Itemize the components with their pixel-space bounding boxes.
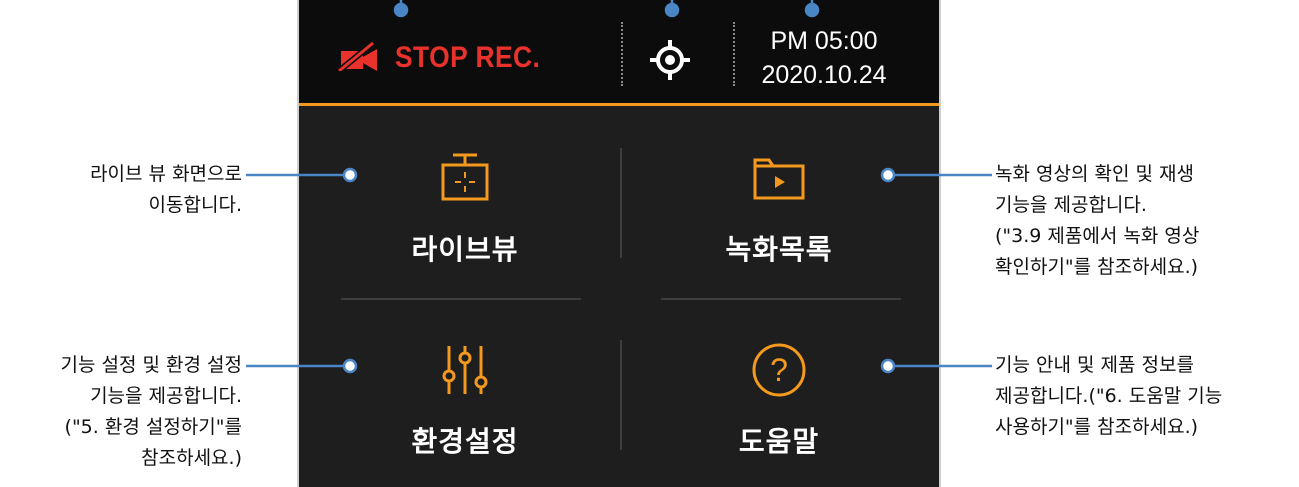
callout-line: 라이브 뷰 화면으로 <box>90 163 242 185</box>
callout-line: 기능 안내 및 제품 정보를 <box>995 354 1194 376</box>
callout-recordings: 녹화 영상의 확인 및 재생 기능을 제공합니다. ("3.9 제품에서 녹화 … <box>995 159 1199 283</box>
callout-line: 기능을 제공합니다. <box>90 385 242 407</box>
callout-line: ("5. 환경 설정하기"를 <box>64 416 242 438</box>
callout-line: ("3.9 제품에서 녹화 영상 <box>995 225 1200 247</box>
callout-settings: 기능 설정 및 환경 설정 기능을 제공합니다. ("5. 환경 설정하기"를 … <box>61 350 242 474</box>
callout-line: 녹화 영상의 확인 및 재생 <box>995 163 1194 185</box>
callout-live-view: 라이브 뷰 화면으로 이동합니다. <box>90 159 242 221</box>
callout-line: 기능을 제공합니다. <box>995 194 1147 216</box>
callout-help: 기능 안내 및 제품 정보를 제공합니다.("6. 도움말 기능 사용하기"를 … <box>995 350 1222 443</box>
callout-line: 사용하기"를 참조하세요.) <box>995 416 1199 438</box>
callout-line: 이동합니다. <box>148 194 242 216</box>
callout-line: 기능 설정 및 환경 설정 <box>60 354 242 376</box>
callout-line: 확인하기"를 참조하세요.) <box>995 256 1199 278</box>
callout-line: 참조하세요.) <box>141 447 242 469</box>
callout-line: 제공합니다.("6. 도움말 기능 <box>995 385 1223 407</box>
